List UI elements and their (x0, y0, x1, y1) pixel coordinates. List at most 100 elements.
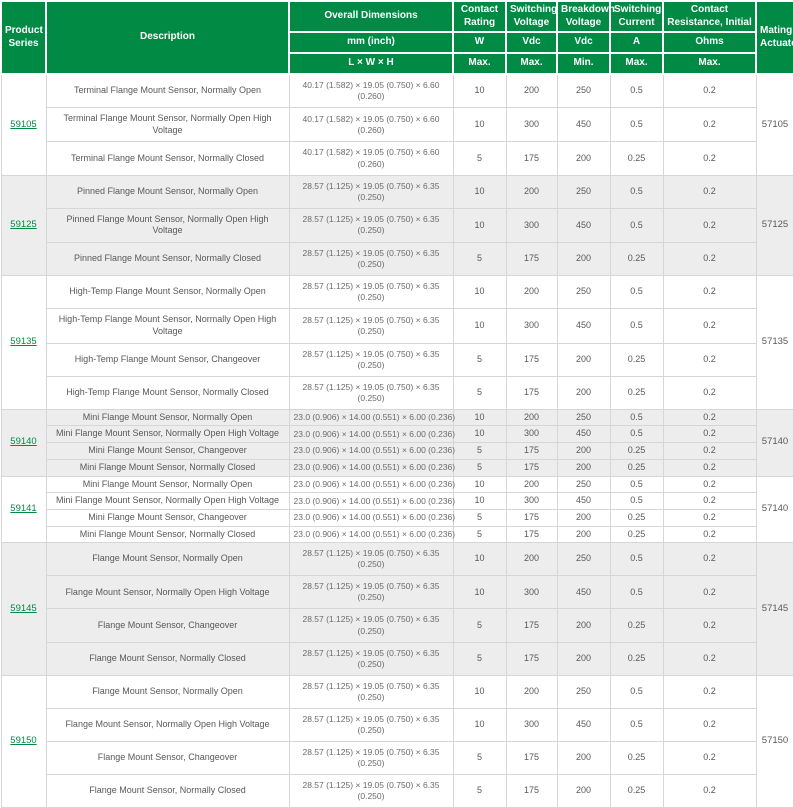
switching-voltage-cell: 175 (506, 459, 557, 476)
description-cell: Terminal Flange Mount Sensor, Normally O… (46, 74, 289, 108)
dimensions-cell: 28.57 (1.125) × 19.05 (0.750) × 6.35 (0.… (289, 774, 453, 807)
switching-current-cell: 0.25 (610, 741, 663, 774)
product-series-link[interactable]: 59105 (10, 119, 36, 130)
mating-actuator-cell: 57135 (756, 276, 793, 410)
switching-voltage-cell: 175 (506, 509, 557, 526)
table-row: Flange Mount Sensor, Normally Open High … (1, 708, 793, 741)
switching-voltage-cell: 200 (506, 276, 557, 309)
contact-rating-cell: 10 (453, 276, 506, 309)
description-cell: Terminal Flange Mount Sensor, Normally O… (46, 108, 289, 142)
description-cell: Pinned Flange Mount Sensor, Normally Ope… (46, 208, 289, 242)
switching-current-cell: 0.5 (610, 309, 663, 343)
breakdown-voltage-cell: 200 (557, 741, 610, 774)
switching-voltage-cell: 175 (506, 642, 557, 675)
dimensions-cell: 23.0 (0.906) × 14.00 (0.551) × 6.00 (0.2… (289, 526, 453, 543)
dimensions-cell: 28.57 (1.125) × 19.05 (0.750) × 6.35 (0.… (289, 243, 453, 276)
dimensions-cell: 28.57 (1.125) × 19.05 (0.750) × 6.35 (0.… (289, 642, 453, 675)
breakdown-voltage-cell: 450 (557, 426, 610, 443)
product-series-cell: 59141 (1, 476, 46, 543)
contact-rating-cell: 10 (453, 543, 506, 576)
breakdown-voltage-cell: 200 (557, 142, 610, 175)
product-series-link[interactable]: 59141 (10, 503, 36, 514)
switching-current-cell: 0.5 (610, 493, 663, 510)
table-row: 59140Mini Flange Mount Sensor, Normally … (1, 409, 793, 426)
switching-current-cell: 0.25 (610, 609, 663, 642)
switching-current-cell: 0.25 (610, 343, 663, 376)
contact-rating-cell: 10 (453, 476, 506, 493)
col-header-contact-resistance: Contact Resistance, Initial (663, 1, 756, 32)
breakdown-voltage-cell: 200 (557, 774, 610, 807)
switching-voltage-cell: 300 (506, 309, 557, 343)
table-row: Flange Mount Sensor, Normally Open High … (1, 576, 793, 609)
contact-resistance-cell: 0.2 (663, 708, 756, 741)
breakdown-voltage-cell: 250 (557, 74, 610, 108)
switching-current-cell: 0.5 (610, 708, 663, 741)
dimensions-cell: 40.17 (1.582) × 19.05 (0.750) × 6.60 (0.… (289, 142, 453, 175)
contact-rating-cell: 5 (453, 376, 506, 409)
product-series-link[interactable]: 59125 (10, 219, 36, 230)
mating-actuator-cell: 57105 (756, 74, 793, 175)
product-series-link[interactable]: 59140 (10, 436, 36, 447)
description-cell: Mini Flange Mount Sensor, Normally Open (46, 476, 289, 493)
description-cell: Pinned Flange Mount Sensor, Normally Ope… (46, 175, 289, 208)
dimensions-cell: 28.57 (1.125) × 19.05 (0.750) × 6.35 (0.… (289, 576, 453, 609)
switching-current-cell: 0.5 (610, 543, 663, 576)
table-row: Flange Mount Sensor, Changeover28.57 (1.… (1, 741, 793, 774)
col-unit-switching-voltage: Vdc (506, 32, 557, 53)
contact-rating-cell: 5 (453, 459, 506, 476)
breakdown-voltage-cell: 200 (557, 376, 610, 409)
breakdown-voltage-cell: 250 (557, 675, 610, 708)
dimensions-cell: 23.0 (0.906) × 14.00 (0.551) × 6.00 (0.2… (289, 459, 453, 476)
switching-current-cell: 0.5 (610, 175, 663, 208)
description-cell: Flange Mount Sensor, Normally Open (46, 675, 289, 708)
contact-resistance-cell: 0.2 (663, 108, 756, 142)
dimensions-cell: 28.57 (1.125) × 19.05 (0.750) × 6.35 (0.… (289, 175, 453, 208)
product-series-cell: 59125 (1, 175, 46, 276)
description-cell: Flange Mount Sensor, Normally Open High … (46, 708, 289, 741)
breakdown-voltage-cell: 450 (557, 108, 610, 142)
dimensions-cell: 40.17 (1.582) × 19.05 (0.750) × 6.60 (0.… (289, 74, 453, 108)
breakdown-voltage-cell: 200 (557, 243, 610, 276)
col-header-description: Description (46, 1, 289, 74)
description-cell: Mini Flange Mount Sensor, Normally Open (46, 409, 289, 426)
product-series-link[interactable]: 59150 (10, 735, 36, 746)
description-cell: Flange Mount Sensor, Normally Closed (46, 642, 289, 675)
col-header-breakdown-voltage: Breakdown Voltage (557, 1, 610, 32)
switching-voltage-cell: 175 (506, 741, 557, 774)
contact-resistance-cell: 0.2 (663, 175, 756, 208)
contact-rating-cell: 5 (453, 526, 506, 543)
breakdown-voltage-cell: 200 (557, 526, 610, 543)
dimensions-cell: 40.17 (1.582) × 19.05 (0.750) × 6.60 (0.… (289, 108, 453, 142)
mating-actuator-cell: 57125 (756, 175, 793, 276)
col-header-overall-dimensions: Overall Dimensions (289, 1, 453, 32)
contact-rating-cell: 5 (453, 142, 506, 175)
col-qualifier-breakdown-voltage: Min. (557, 53, 610, 74)
switching-voltage-cell: 175 (506, 443, 557, 460)
switching-current-cell: 0.25 (610, 459, 663, 476)
contact-rating-cell: 5 (453, 774, 506, 807)
switching-voltage-cell: 175 (506, 142, 557, 175)
dimensions-cell: 28.57 (1.125) × 19.05 (0.750) × 6.35 (0.… (289, 276, 453, 309)
product-series-cell: 59145 (1, 543, 46, 675)
switching-voltage-cell: 175 (506, 343, 557, 376)
contact-rating-cell: 10 (453, 708, 506, 741)
contact-resistance-cell: 0.2 (663, 576, 756, 609)
switching-current-cell: 0.25 (610, 526, 663, 543)
description-cell: Mini Flange Mount Sensor, Normally Close… (46, 526, 289, 543)
switching-current-cell: 0.5 (610, 476, 663, 493)
table-row: 59145Flange Mount Sensor, Normally Open2… (1, 543, 793, 576)
product-series-cell: 59105 (1, 74, 46, 175)
switching-current-cell: 0.5 (610, 675, 663, 708)
switching-voltage-cell: 300 (506, 108, 557, 142)
dimensions-cell: 28.57 (1.125) × 19.05 (0.750) × 6.35 (0.… (289, 609, 453, 642)
description-cell: High-Temp Flange Mount Sensor, Normally … (46, 309, 289, 343)
product-series-link[interactable]: 59135 (10, 336, 36, 347)
switching-voltage-cell: 200 (506, 476, 557, 493)
contact-resistance-cell: 0.2 (663, 142, 756, 175)
dimensions-cell: 28.57 (1.125) × 19.05 (0.750) × 6.35 (0.… (289, 708, 453, 741)
product-series-link[interactable]: 59145 (10, 603, 36, 614)
contact-resistance-cell: 0.2 (663, 774, 756, 807)
contact-resistance-cell: 0.2 (663, 642, 756, 675)
mating-actuator-cell: 57150 (756, 675, 793, 807)
product-series-cell: 59150 (1, 675, 46, 807)
